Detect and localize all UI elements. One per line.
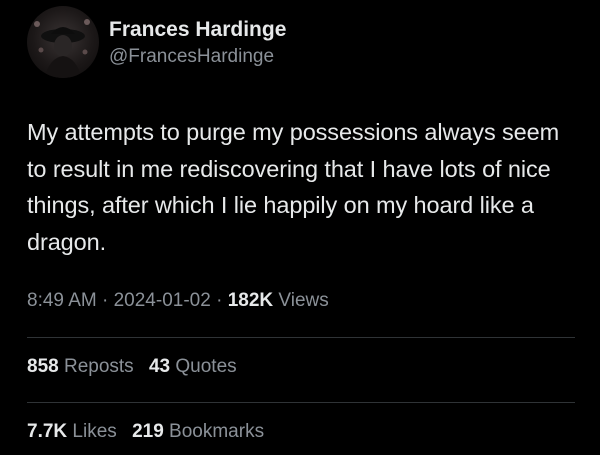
meta-separator: · — [216, 290, 223, 311]
reposts-label: Reposts — [63, 356, 134, 377]
reposts-quotes-row: 858 Reposts 43 Quotes — [27, 356, 247, 378]
quotes-stat[interactable]: 43 Quotes — [149, 356, 237, 377]
likes-label: Likes — [72, 421, 117, 442]
quotes-label: Quotes — [175, 356, 237, 377]
tweet-time[interactable]: 8:49 AM — [27, 290, 97, 311]
divider — [27, 402, 575, 403]
reposts-count: 858 — [27, 356, 59, 377]
likes-stat[interactable]: 7.7K Likes — [27, 421, 117, 442]
views-count: 182K — [227, 290, 274, 311]
avatar[interactable] — [27, 6, 99, 78]
tweet-text: My attempts to purge my possessions alwa… — [27, 119, 560, 255]
tweet-meta: 8:49 AM · 2024-01-02 · 182K Views — [27, 290, 329, 312]
tweet-header: Frances Hardinge @FrancesHardinge — [27, 6, 286, 78]
author-handle[interactable]: @FrancesHardinge — [109, 44, 286, 70]
quotes-count: 43 — [148, 356, 171, 377]
divider — [27, 337, 575, 338]
views-label: Views — [278, 290, 329, 311]
avatar-portrait-icon — [34, 19, 90, 78]
meta-separator: · — [102, 290, 109, 311]
author-names: Frances Hardinge @FrancesHardinge — [109, 17, 286, 70]
reposts-stat[interactable]: 858 Reposts — [27, 356, 134, 377]
tweet-date[interactable]: 2024-01-02 — [114, 290, 211, 311]
author-display-name[interactable]: Frances Hardinge — [109, 17, 286, 43]
likes-count: 7.7K — [27, 421, 68, 442]
likes-bookmarks-row: 7.7K Likes 219 Bookmarks — [27, 421, 274, 443]
bookmarks-stat[interactable]: 219 Bookmarks — [132, 421, 264, 442]
bookmarks-count: 219 — [132, 421, 164, 442]
bookmarks-label: Bookmarks — [169, 421, 265, 442]
